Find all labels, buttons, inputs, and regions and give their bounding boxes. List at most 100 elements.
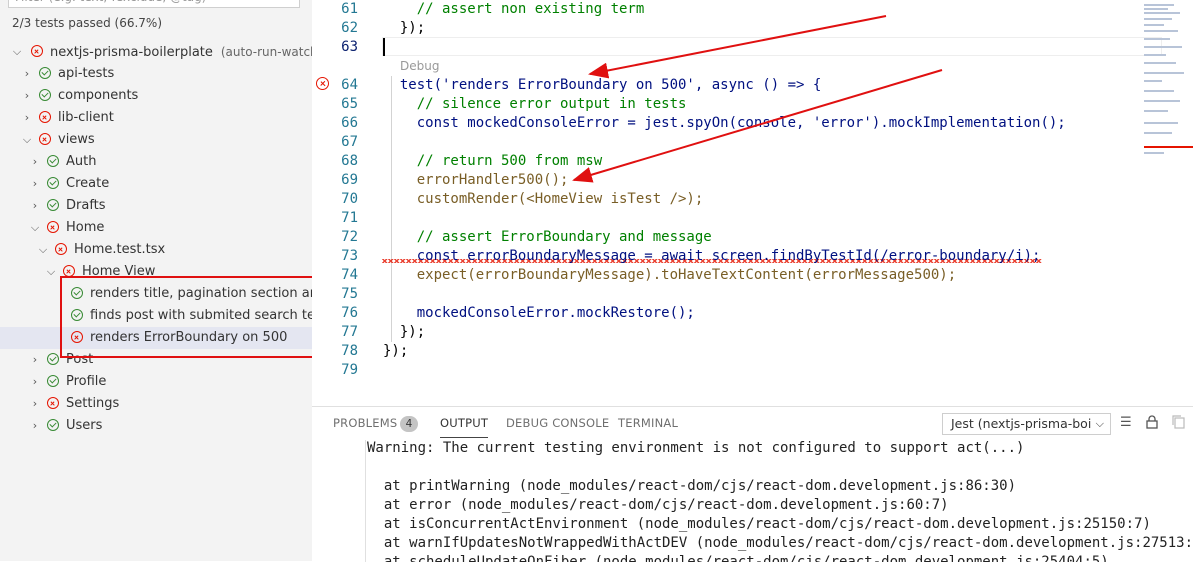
output-channel-select[interactable]: Jest (nextjs-prisma-boi ⌵ bbox=[942, 413, 1111, 435]
fail-icon bbox=[47, 397, 59, 409]
output-line: at warnIfUpdatesNotWrappedWithActDEV (no… bbox=[367, 535, 1193, 551]
code-editor[interactable]: Debug 61 62 63 64 65 66 67 68 69 70 71 7… bbox=[312, 0, 1193, 406]
tab-terminal[interactable]: TERMINAL bbox=[618, 416, 678, 430]
test-summary: 2/3 tests passed (66.7%) bbox=[12, 16, 163, 30]
tree-item-home[interactable]: ⌵ Home bbox=[0, 217, 312, 239]
output-line: Warning: The current testing environment… bbox=[367, 440, 1025, 456]
chevron-down-icon[interactable]: ⌵ bbox=[30, 217, 40, 239]
tab-output[interactable]: OUTPUT bbox=[440, 416, 489, 438]
code-line: errorHandler500(); bbox=[383, 172, 569, 188]
list-icon[interactable]: ☰ bbox=[1120, 415, 1132, 430]
fail-icon bbox=[39, 111, 51, 123]
tree-label: nextjs-prisma-boilerplate bbox=[50, 45, 213, 60]
chevron-right-icon[interactable]: › bbox=[30, 371, 40, 393]
chevron-right-icon[interactable]: › bbox=[30, 151, 40, 173]
tree-item-users[interactable]: › Users bbox=[0, 415, 312, 437]
chevron-right-icon[interactable]: › bbox=[22, 63, 32, 85]
tree-label: components bbox=[58, 88, 139, 103]
tree-label: Settings bbox=[66, 396, 120, 411]
chevron-down-icon[interactable]: ⌵ bbox=[22, 129, 32, 151]
tree-label: Drafts bbox=[66, 198, 106, 213]
chevron-right-icon[interactable]: › bbox=[30, 415, 40, 437]
line-number: 63 bbox=[341, 39, 358, 55]
line-number: 74 bbox=[341, 267, 358, 283]
line-number: 70 bbox=[341, 191, 358, 207]
debug-codelens[interactable]: Debug bbox=[400, 59, 439, 73]
text-cursor bbox=[383, 38, 385, 56]
line-number: 66 bbox=[341, 115, 358, 131]
code-line: }); bbox=[383, 20, 426, 36]
pass-icon bbox=[39, 89, 51, 101]
line-number: 76 bbox=[341, 305, 358, 321]
tree-item-create[interactable]: › Create bbox=[0, 173, 312, 195]
current-line-highlight bbox=[382, 37, 1162, 56]
problems-count-badge: 4 bbox=[400, 416, 418, 432]
tree-item-auth[interactable]: › Auth bbox=[0, 151, 312, 173]
tree-item-components[interactable]: › components bbox=[0, 85, 312, 107]
code-line: }); bbox=[383, 343, 409, 359]
tree-label: views bbox=[58, 132, 95, 147]
code-line: customRender(<HomeView isTest />); bbox=[383, 191, 704, 207]
tree-sublabel: (auto-run-watch) bbox=[220, 45, 312, 59]
fail-icon bbox=[31, 45, 43, 57]
chevron-right-icon[interactable]: › bbox=[30, 173, 40, 195]
chevron-down-icon: ⌵ bbox=[1095, 417, 1104, 430]
tree-item-settings[interactable]: › Settings bbox=[0, 393, 312, 415]
tree-label: Profile bbox=[66, 374, 107, 389]
tree-item-root[interactable]: ⌵ nextjs-prisma-boilerplate (auto-run-wat… bbox=[0, 41, 312, 63]
output-line: at printWarning (node_modules/react-dom/… bbox=[367, 478, 1017, 494]
line-number: 78 bbox=[341, 343, 358, 359]
chevron-right-icon[interactable]: › bbox=[30, 195, 40, 217]
chevron-down-icon[interactable]: ⌵ bbox=[46, 261, 56, 283]
line-number: 69 bbox=[341, 172, 358, 188]
tree-item-lib-client[interactable]: › lib-client bbox=[0, 107, 312, 129]
pass-icon bbox=[47, 199, 59, 211]
copy-icon[interactable] bbox=[1172, 415, 1185, 433]
code-line: }); bbox=[383, 324, 426, 340]
tab-debug-console[interactable]: DEBUG CONSOLE bbox=[506, 416, 609, 430]
line-number: 73 bbox=[341, 248, 358, 264]
lock-icon[interactable] bbox=[1146, 415, 1158, 433]
tree-label: api-tests bbox=[58, 66, 115, 81]
chevron-right-icon[interactable]: › bbox=[30, 393, 40, 415]
line-number: 62 bbox=[341, 20, 358, 36]
line-number: 72 bbox=[341, 229, 358, 245]
chevron-right-icon[interactable]: › bbox=[22, 85, 32, 107]
line-number: 67 bbox=[341, 134, 358, 150]
fail-icon bbox=[39, 133, 51, 145]
tree-item-drafts[interactable]: › Drafts bbox=[0, 195, 312, 217]
filter-input[interactable]: Filter (e.g. text, !exclude, @tag) bbox=[8, 0, 300, 8]
chevron-down-icon[interactable]: ⌵ bbox=[38, 239, 48, 261]
line-number: 65 bbox=[341, 96, 358, 112]
chevron-right-icon[interactable]: › bbox=[22, 107, 32, 129]
annotation-highlight-box bbox=[60, 276, 323, 358]
tree-label: Home bbox=[66, 220, 105, 235]
code-line: expect(errorBoundaryMessage).toHaveTextC… bbox=[383, 267, 957, 283]
fail-icon bbox=[55, 243, 67, 255]
tree-item-views[interactable]: ⌵ views bbox=[0, 129, 312, 151]
bottom-panel: PROBLEMS 4 OUTPUT DEBUG CONSOLE TERMINAL… bbox=[312, 406, 1193, 562]
tab-problems[interactable]: PROBLEMS bbox=[333, 416, 397, 430]
pass-icon bbox=[47, 419, 59, 431]
line-number: 77 bbox=[341, 324, 358, 340]
pass-icon bbox=[47, 155, 59, 167]
minimap[interactable] bbox=[1142, 0, 1193, 160]
line-number: 61 bbox=[341, 1, 358, 17]
chevron-down-icon[interactable]: ⌵ bbox=[12, 41, 22, 63]
tree-item-profile[interactable]: › Profile bbox=[0, 371, 312, 393]
tree-label: Home.test.tsx bbox=[74, 242, 166, 257]
line-number: 71 bbox=[341, 210, 358, 226]
output-line: at error (node_modules/react-dom/cjs/rea… bbox=[367, 497, 949, 513]
fail-icon bbox=[47, 221, 59, 233]
chevron-right-icon[interactable]: › bbox=[30, 349, 40, 371]
pass-icon bbox=[47, 375, 59, 387]
tree-item-home-test-file[interactable]: ⌵ Home.test.tsx bbox=[0, 239, 312, 261]
code-line: mockedConsoleError.mockRestore(); bbox=[383, 305, 695, 321]
code-line: // return 500 from msw bbox=[383, 153, 603, 169]
line-number: 68 bbox=[341, 153, 358, 169]
output-line: at isConcurrentActEnvironment (node_modu… bbox=[367, 516, 1151, 532]
pass-icon bbox=[47, 177, 59, 189]
line-number: 64 bbox=[341, 77, 358, 93]
tree-label: Auth bbox=[66, 154, 97, 169]
tree-item-api-tests[interactable]: › api-tests bbox=[0, 63, 312, 85]
